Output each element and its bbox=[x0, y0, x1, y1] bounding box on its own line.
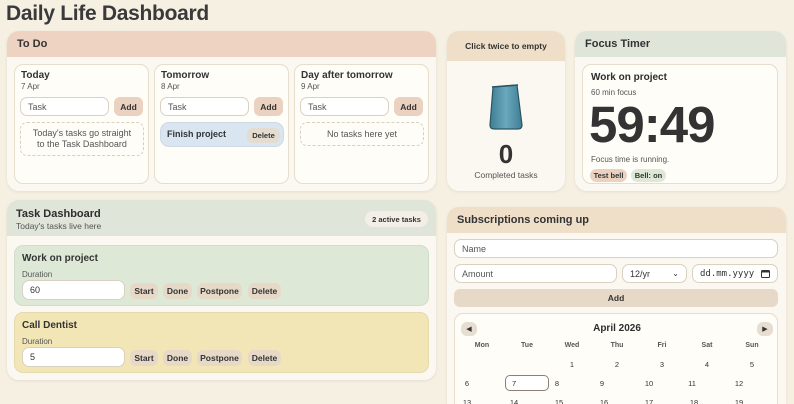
subscription-date-input[interactable]: dd.mm.yyyy bbox=[692, 264, 778, 283]
bell-toggle[interactable]: Bell: on bbox=[631, 169, 666, 182]
calendar-day[interactable]: 3 bbox=[642, 360, 682, 369]
dashboard-task: Call Dentist Duration 5 Start Done Postp… bbox=[14, 312, 429, 373]
calendar-day[interactable]: 10 bbox=[629, 379, 669, 388]
calendar-day[interactable]: 2 bbox=[597, 360, 637, 369]
postpone-button[interactable]: Postpone bbox=[197, 350, 242, 366]
jar-icon[interactable] bbox=[486, 83, 526, 131]
calendar-day[interactable]: 13 bbox=[447, 398, 487, 404]
weekday-label: Thu bbox=[610, 342, 624, 349]
todo-card: To Do Today 7 Apr Task Add Today's tasks… bbox=[7, 31, 436, 191]
add-task-button[interactable]: Add bbox=[254, 97, 283, 116]
duration-label: Duration bbox=[22, 337, 53, 346]
column-title: Today bbox=[21, 70, 50, 81]
focus-panel: Work on project 60 min focus 59:49 Focus… bbox=[582, 64, 778, 184]
column-date: 7 Apr bbox=[21, 82, 40, 91]
task-dashboard-card: Task Dashboard Today's tasks live here 2… bbox=[7, 200, 436, 380]
task-input[interactable]: Task bbox=[160, 97, 249, 116]
add-task-button[interactable]: Add bbox=[114, 97, 143, 116]
postpone-button[interactable]: Postpone bbox=[197, 283, 242, 299]
delete-button[interactable]: Delete bbox=[248, 283, 281, 299]
todo-task-item: Finish project Delete bbox=[160, 122, 284, 147]
calendar-day[interactable]: 1 bbox=[552, 360, 592, 369]
calendar-day[interactable]: 17 bbox=[629, 398, 669, 404]
calendar-day[interactable]: 14 bbox=[494, 398, 534, 404]
column-date: 9 Apr bbox=[301, 82, 320, 91]
completed-jar-card[interactable]: Click twice to empty 0 Completed tasks bbox=[447, 31, 565, 191]
dashboard-task: Work on project Duration 60 Start Done P… bbox=[14, 245, 429, 306]
calendar-day[interactable]: 19 bbox=[719, 398, 759, 404]
focus-header: Focus Timer bbox=[575, 31, 786, 57]
column-title: Tomorrow bbox=[161, 70, 210, 81]
subscription-name-input[interactable]: Name bbox=[454, 239, 778, 258]
dashboard-task-title: Call Dentist bbox=[22, 320, 78, 331]
todo-header: To Do bbox=[7, 31, 436, 57]
calendar-day[interactable]: 11 bbox=[672, 379, 712, 388]
calendar-day[interactable]: 15 bbox=[539, 398, 579, 404]
task-input[interactable]: Task bbox=[20, 97, 109, 116]
weekday-label: Sun bbox=[745, 342, 759, 349]
start-button[interactable]: Start bbox=[130, 283, 158, 299]
active-tasks-badge: 2 active tasks bbox=[365, 211, 428, 227]
calendar-day[interactable]: 9 bbox=[582, 379, 622, 388]
completed-label: Completed tasks bbox=[474, 170, 538, 180]
calendar-day[interactable]: 5 bbox=[732, 360, 772, 369]
empty-hint: Today's tasks go straight to the Task Da… bbox=[20, 122, 144, 156]
focus-status: Focus time is running. bbox=[591, 155, 670, 164]
task-input[interactable]: Task bbox=[300, 97, 389, 116]
duration-input[interactable]: 60 bbox=[22, 280, 125, 300]
empty-hint: No tasks here yet bbox=[300, 122, 424, 146]
duration-input[interactable]: 5 bbox=[22, 347, 125, 367]
todo-column-day-after: Day after tomorrow 9 Apr Task Add No tas… bbox=[294, 64, 429, 184]
weekday-label: Sat bbox=[701, 342, 713, 349]
todo-column-today: Today 7 Apr Task Add Today's tasks go st… bbox=[14, 64, 149, 184]
subscriptions-card: Subscriptions coming up Name Amount 12/y… bbox=[447, 207, 786, 404]
dashboard-header: Task Dashboard bbox=[16, 208, 101, 220]
next-month-button[interactable]: ▶ bbox=[757, 322, 773, 336]
dashboard-subheader: Today's tasks live here bbox=[16, 221, 102, 231]
todo-task-text: Finish project bbox=[167, 129, 227, 139]
page-title: Daily Life Dashboard bbox=[6, 2, 209, 25]
delete-button[interactable]: Delete bbox=[248, 350, 281, 366]
start-button[interactable]: Start bbox=[130, 350, 158, 366]
calendar-day[interactable]: 6 bbox=[447, 379, 487, 388]
duration-label: Duration bbox=[22, 270, 53, 279]
column-title: Day after tomorrow bbox=[301, 70, 393, 81]
calendar-day[interactable]: 18 bbox=[674, 398, 714, 404]
weekday-label: Tue bbox=[521, 342, 533, 349]
period-value: 12/yr bbox=[630, 268, 651, 279]
focus-task-title: Work on project bbox=[591, 72, 667, 83]
weekday-label: Wed bbox=[564, 342, 580, 349]
weekday-label: Fri bbox=[657, 342, 667, 349]
subs-header: Subscriptions coming up bbox=[447, 207, 786, 233]
delete-task-button[interactable]: Delete bbox=[247, 128, 280, 143]
calendar-day[interactable]: 16 bbox=[584, 398, 624, 404]
test-bell-button[interactable]: Test bell bbox=[590, 169, 627, 182]
subscription-calendar: ◀ April 2026 ▶ Mon Tue Wed Thu Fri Sat S… bbox=[454, 313, 778, 404]
calendar-day[interactable]: 4 bbox=[687, 360, 727, 369]
calendar-month: April 2026 bbox=[593, 323, 641, 334]
date-placeholder: dd.mm.yyyy bbox=[700, 268, 755, 279]
focus-timer-card: Focus Timer Work on project 60 min focus… bbox=[575, 31, 786, 191]
weekday-label: Mon bbox=[474, 342, 490, 349]
add-subscription-button[interactable]: Add bbox=[454, 289, 778, 307]
subscription-amount-input[interactable]: Amount bbox=[454, 264, 617, 283]
dashboard-task-title: Work on project bbox=[22, 253, 98, 264]
todo-column-tomorrow: Tomorrow 8 Apr Task Add Finish project D… bbox=[154, 64, 289, 184]
calendar-day[interactable]: 8 bbox=[537, 379, 577, 388]
subscription-period-select[interactable]: 12/yr ⌄ bbox=[622, 264, 687, 283]
calendar-day[interactable]: 12 bbox=[719, 379, 759, 388]
add-task-button[interactable]: Add bbox=[394, 97, 423, 116]
column-date: 8 Apr bbox=[161, 82, 180, 91]
jar-hint: Click twice to empty bbox=[447, 31, 565, 61]
focus-countdown: 59:49 bbox=[589, 96, 715, 153]
done-button[interactable]: Done bbox=[163, 283, 192, 299]
completed-count: 0 bbox=[498, 139, 514, 169]
chevron-down-icon: ⌄ bbox=[672, 269, 679, 278]
calendar-icon bbox=[761, 270, 770, 278]
done-button[interactable]: Done bbox=[163, 350, 192, 366]
